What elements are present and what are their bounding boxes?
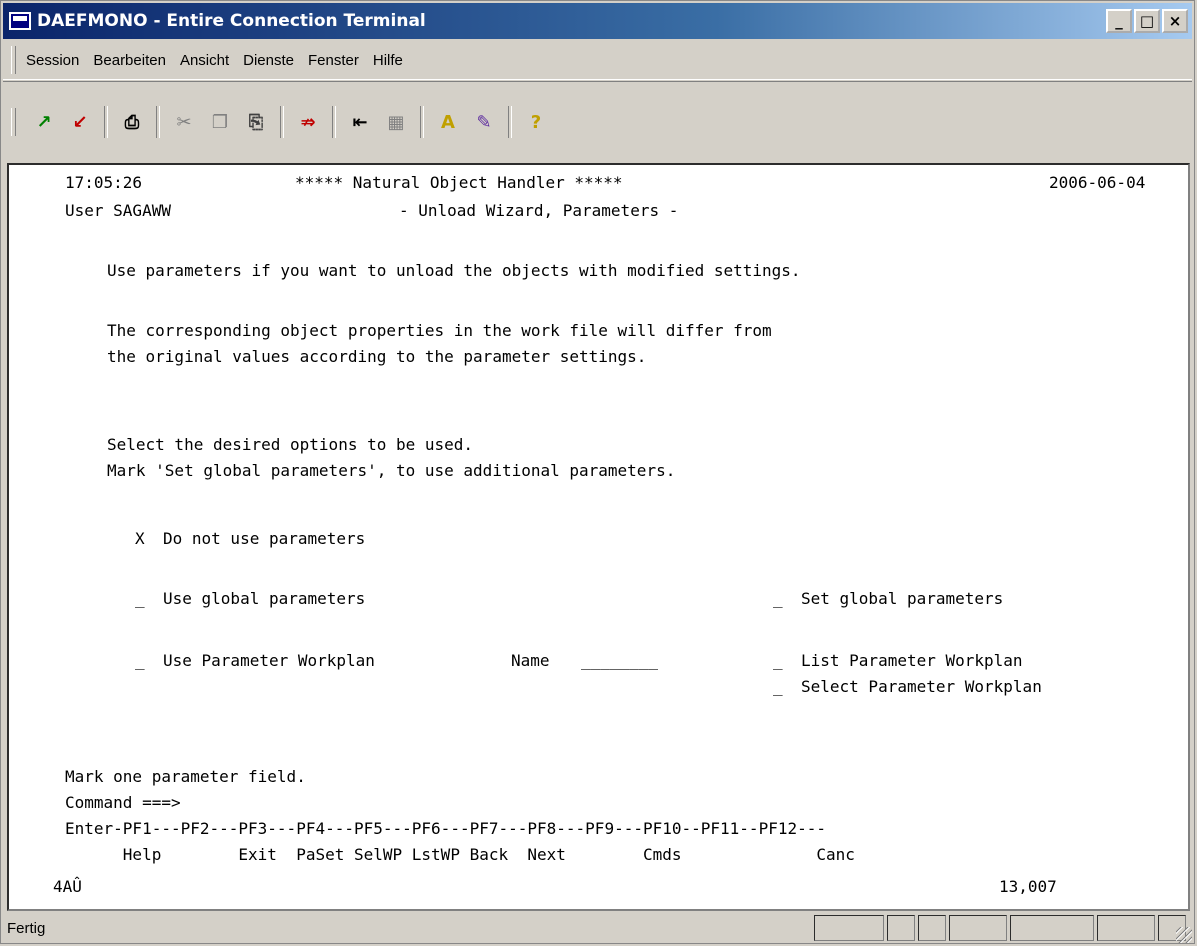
menu-hilfe[interactable]: Hilfe: [373, 52, 403, 69]
app-icon: [9, 12, 31, 30]
toolbar: ↗ ↙ ⎙ ✂ ❐ ⎘ ⇏ ⇤ ▦ A ✎ ?: [3, 81, 1192, 162]
status-cell: [949, 915, 1007, 941]
list-workplan-label: List Parameter Workplan: [801, 651, 1023, 670]
do-not-use-label: Do not use parameters: [163, 529, 366, 548]
user-display: User SAGAWW: [65, 201, 171, 220]
maximize-button[interactable]: □: [1134, 9, 1160, 33]
close-button[interactable]: ×: [1162, 9, 1188, 33]
message-line: Mark one parameter field.: [65, 767, 306, 786]
description-line-1: The corresponding object properties in t…: [107, 321, 772, 340]
name-input[interactable]: ________: [581, 649, 658, 673]
font-icon[interactable]: A: [434, 108, 462, 136]
pf-key-labels[interactable]: Help Exit PaSet SelWP LstWP Back Next Cm…: [65, 843, 855, 867]
menu-ansicht[interactable]: Ansicht: [180, 52, 229, 69]
toolbar-separator: [280, 106, 284, 138]
status-cell: [814, 915, 884, 941]
screen-header: ***** Natural Object Handler *****: [295, 173, 623, 192]
intro-text: Use parameters if you want to unload the…: [107, 261, 801, 280]
select-workplan-label: Select Parameter Workplan: [801, 677, 1042, 696]
resize-grip-icon[interactable]: [1176, 927, 1192, 943]
screen-subtitle: - Unload Wizard, Parameters -: [399, 201, 679, 220]
use-global-label: Use global parameters: [163, 589, 366, 608]
pf-key-line: Enter-PF1---PF2---PF3---PF4---PF5---PF6-…: [65, 819, 826, 838]
menu-session[interactable]: Session: [26, 52, 79, 69]
terminal-screen[interactable]: 17:05:26 ***** Natural Object Handler **…: [7, 163, 1190, 911]
menu-grip: [11, 46, 16, 74]
toolbar-separator: [420, 106, 424, 138]
help-icon[interactable]: ?: [522, 108, 550, 136]
set-global-label: Set global parameters: [801, 589, 1004, 608]
receive-icon[interactable]: ▦: [382, 108, 410, 136]
set-global-checkbox[interactable]: _: [773, 587, 783, 611]
disconnect-icon[interactable]: ↙: [66, 108, 94, 136]
cut-icon[interactable]: ✂: [170, 108, 198, 136]
time-display: 17:05:26: [65, 173, 143, 192]
menu-fenster[interactable]: Fenster: [308, 52, 359, 69]
status-cell: [887, 915, 915, 941]
description-line-2: the original values according to the par…: [107, 347, 647, 366]
status-cell: [1010, 915, 1094, 941]
toolbar-grip: [11, 108, 16, 136]
paste-icon[interactable]: ⎘: [242, 108, 270, 136]
menu-bearbeiten[interactable]: Bearbeiten: [93, 52, 166, 69]
color-icon[interactable]: ✎: [470, 108, 498, 136]
minimize-button[interactable]: _: [1106, 9, 1132, 33]
select-workplan-checkbox[interactable]: _: [773, 675, 783, 699]
name-label: Name: [511, 651, 550, 670]
toolbar-separator: [156, 106, 160, 138]
use-workplan-checkbox[interactable]: _: [135, 649, 145, 673]
window-title: DAEFMONO - Entire Connection Terminal: [37, 11, 426, 31]
copy-icon[interactable]: ❐: [206, 108, 234, 136]
date-display: 2006-06-04: [1049, 173, 1146, 192]
list-workplan-checkbox[interactable]: _: [773, 649, 783, 673]
status-cell: [918, 915, 946, 941]
status-text: Fertig: [7, 919, 46, 937]
status-indicator: 4AÛ: [53, 877, 82, 896]
terminal-window: DAEFMONO - Entire Connection Terminal _ …: [0, 0, 1195, 944]
toolbar-separator: [332, 106, 336, 138]
command-input[interactable]: Command ===>: [65, 791, 181, 815]
connect-icon[interactable]: ↗: [30, 108, 58, 136]
status-cell: [1097, 915, 1155, 941]
print-icon[interactable]: ⎙: [118, 108, 146, 136]
instruction-line-2: Mark 'Set global parameters', to use add…: [107, 461, 676, 480]
cursor-position: 13,007: [999, 877, 1057, 896]
instruction-line-1: Select the desired options to be used.: [107, 435, 474, 454]
do-not-use-checkbox[interactable]: X: [135, 527, 145, 551]
title-bar[interactable]: DAEFMONO - Entire Connection Terminal _ …: [3, 3, 1192, 39]
use-global-checkbox[interactable]: _: [135, 587, 145, 611]
menu-dienste[interactable]: Dienste: [243, 52, 294, 69]
toolbar-separator: [508, 106, 512, 138]
transfer-icon[interactable]: ⇏: [294, 108, 322, 136]
status-bar: Fertig: [3, 913, 1192, 943]
send-icon[interactable]: ⇤: [346, 108, 374, 136]
menu-bar: Session Bearbeiten Ansicht Dienste Fenst…: [3, 41, 1192, 80]
toolbar-separator: [104, 106, 108, 138]
use-workplan-label: Use Parameter Workplan: [163, 651, 375, 670]
